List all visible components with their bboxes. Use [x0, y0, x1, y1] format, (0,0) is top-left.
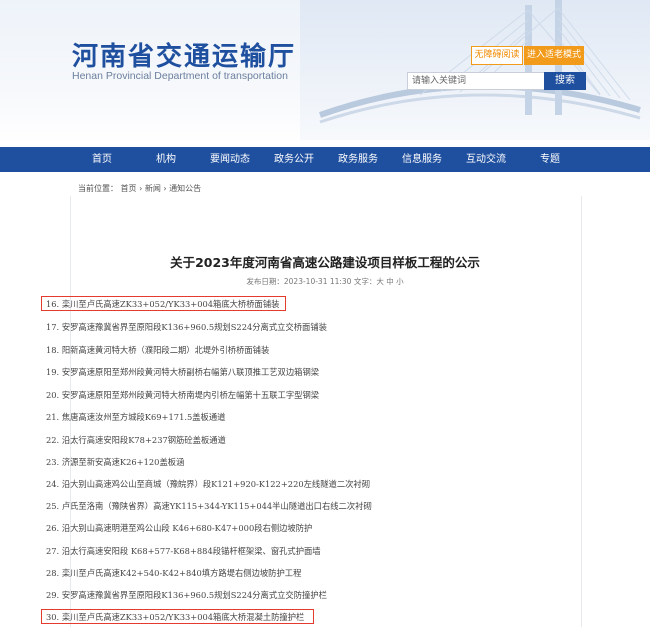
article-meta: 发布日期：2023-10-31 11:30 文字：大 中 小	[246, 277, 404, 286]
list-item: 28. 栾川至卢氏高速K42+540-K42+840填方路堤右侧边坡防护工程	[46, 568, 302, 578]
breadcrumb-separator: ›	[139, 184, 143, 193]
list-item: 18. 阳新高速黄河特大桥（濮阳段二期）北堤外引桥桥面铺装	[46, 345, 270, 355]
list-item: 20. 安罗高速原阳至郑州段黄河特大桥南堤内引桥左幅第十五联工字型钢梁	[46, 390, 320, 400]
search-button[interactable]: 搜索	[544, 72, 586, 90]
list-item: 24. 沿大别山高速鸡公山至商城（豫皖界）段K121+920-K122+220左…	[46, 479, 371, 489]
list-item: 19. 安罗高速原阳至郑州段黄河特大桥副桥右幅第八联顶推工艺双边箱钢梁	[46, 367, 320, 377]
site-subtitle: Henan Provincial Department of transport…	[72, 70, 288, 82]
list-item: 22. 沿太行高速安阳段K78+237钢筋砼盖板通道	[46, 435, 226, 445]
nav-item-news[interactable]: 要闻动态	[198, 147, 262, 172]
elder-mode-button[interactable]: 进入适老模式	[524, 46, 584, 65]
nav-item-organization[interactable]: 机构	[134, 147, 198, 172]
main-nav: 首页 机构 要闻动态 政务公开 政务服务 信息服务 互动交流 专题	[0, 147, 650, 172]
list-item: 29. 安罗高速豫冀省界至原阳段K136+960.5规划S224分离式立交防撞护…	[46, 590, 327, 600]
list-item: 25. 卢氏至洛南（豫陕省界）高速YK115+344-YK115+044半山隧道…	[46, 501, 372, 511]
breadcrumb-home[interactable]: 首页	[121, 184, 137, 193]
nav-item-home[interactable]: 首页	[70, 147, 134, 172]
breadcrumb-separator: ›	[163, 184, 167, 193]
nav-item-gov-services[interactable]: 政务服务	[326, 147, 390, 172]
bridge-banner-image	[300, 0, 650, 140]
breadcrumb-news[interactable]: 新闻	[145, 184, 161, 193]
list-item: 26. 沿大别山高速明港至鸡公山段 K46+680-K47+000段右侧边坡防护	[46, 523, 313, 533]
site-header: 河南省交通运输厅 Henan Provincial Department of …	[0, 0, 650, 145]
highlight-box	[41, 296, 286, 311]
article-title: 关于2023年度河南省高速公路建设项目样板工程的公示	[170, 255, 480, 270]
list-item: 27. 沿太行高速安阳段 K68+577-K68+884段锚杆框架梁、窗孔式护面…	[46, 546, 321, 556]
breadcrumb-notices[interactable]: 通知公告	[169, 184, 201, 193]
nav-item-interaction[interactable]: 互动交流	[454, 147, 518, 172]
search-input[interactable]: 请输入关键词	[407, 72, 553, 90]
accessibility-button[interactable]: 无障碍阅读	[471, 46, 523, 65]
nav-item-topics[interactable]: 专题	[518, 147, 582, 172]
highlight-box	[41, 609, 314, 624]
list-item: 23. 济源至新安高速K26+120盖板涵	[46, 457, 185, 467]
breadcrumb: 当前位置： 首页 › 新闻 › 通知公告	[78, 183, 201, 194]
list-item: 17. 安罗高速豫冀省界至原阳段K136+960.5规划S224分离式立交桥面铺…	[46, 322, 327, 332]
site-title: 河南省交通运输厅	[72, 42, 297, 72]
breadcrumb-prefix: 当前位置：	[78, 184, 118, 193]
list-item: 21. 焦唐高速汝州至方城段K69+171.5盖板通道	[46, 412, 226, 422]
nav-item-info-services[interactable]: 信息服务	[390, 147, 454, 172]
nav-item-gov-affairs-open[interactable]: 政务公开	[262, 147, 326, 172]
